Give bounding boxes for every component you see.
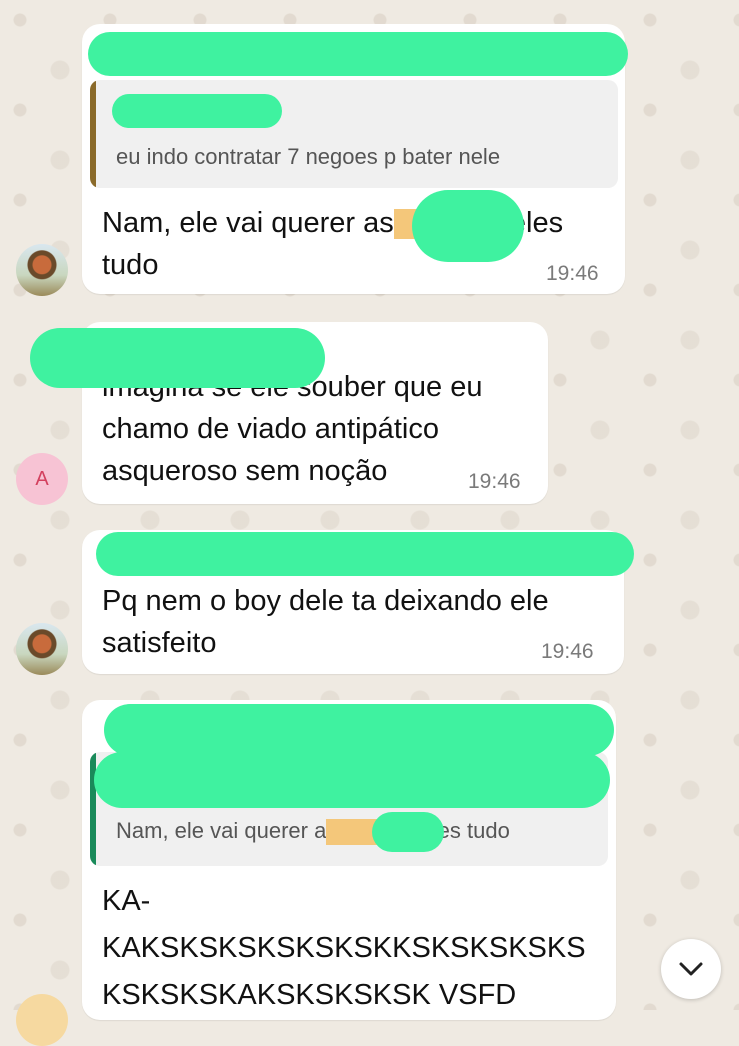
timestamp: 19:46 xyxy=(546,262,599,285)
avatar-letter: A xyxy=(35,467,49,490)
message-bubble[interactable]: eu indo contratar 7 negoes p bater nele … xyxy=(82,24,628,294)
timestamp: 19:46 xyxy=(468,470,521,493)
message-text: KA- KAKSKSKSKSKSKSKKSKSKSKSKS KSKSKSKAKS… xyxy=(102,885,586,1011)
avatar[interactable]: A xyxy=(16,453,68,505)
redacted-sender-name xyxy=(96,532,634,576)
quote-text: Nam, ele vai querer a deles tudo xyxy=(116,818,510,846)
redacted-sender-name xyxy=(104,704,614,756)
redacted-quote-author xyxy=(94,752,610,808)
timestamp: 19:46 xyxy=(541,640,594,663)
redacted-sender-name xyxy=(30,328,325,388)
quote-text: eu indo contratar 7 negoes p bater nele xyxy=(116,144,501,169)
redacted-word xyxy=(412,190,524,262)
avatar[interactable] xyxy=(16,994,68,1046)
quoted-message[interactable]: eu indo contratar 7 negoes p bater nele xyxy=(90,80,618,188)
message-text: Nam, ele vai querer as deles tudo xyxy=(102,207,564,281)
avatar[interactable] xyxy=(16,244,68,296)
redacted-quote-author xyxy=(112,94,282,128)
scroll-to-bottom-button[interactable] xyxy=(661,939,721,999)
redacted-sender-name xyxy=(88,32,628,76)
redacted-quote-word xyxy=(372,812,444,852)
chevron-down-icon xyxy=(679,962,703,976)
quote-bar xyxy=(90,80,96,188)
avatar[interactable] xyxy=(16,623,68,675)
